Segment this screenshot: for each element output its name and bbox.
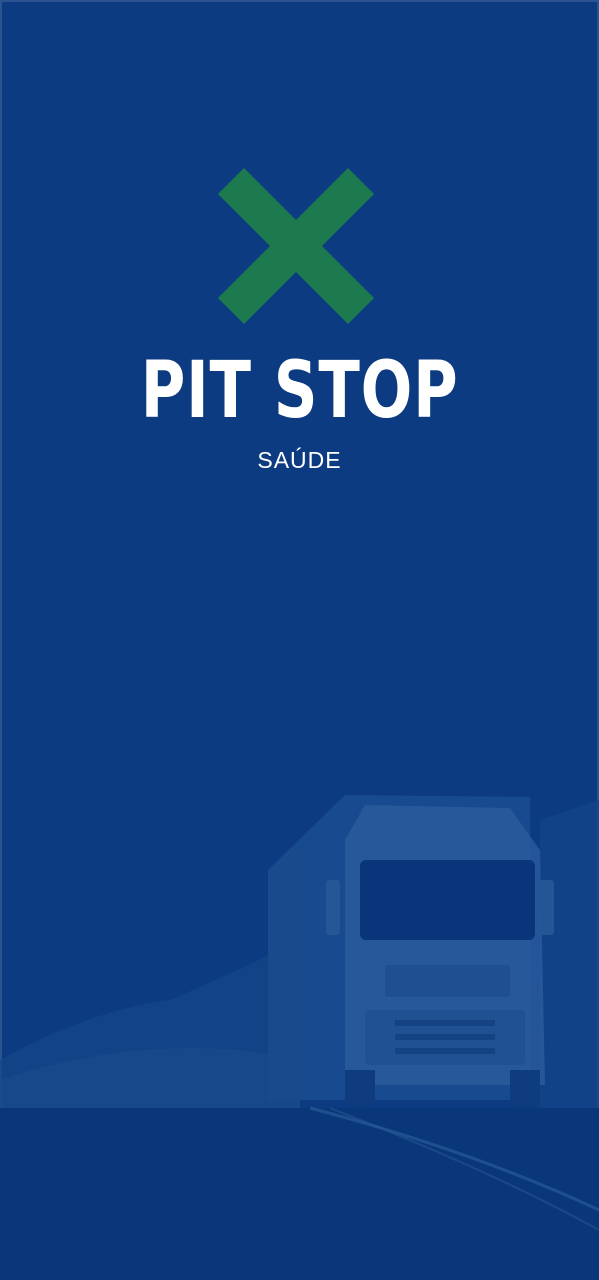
- app-title: PIT STOP: [140, 346, 459, 436]
- app-subtitle: SAÚDE: [257, 447, 342, 473]
- green-cross-logo-icon: [218, 168, 374, 324]
- splash-screen: PIT STOP SAÚDE: [0, 0, 599, 1280]
